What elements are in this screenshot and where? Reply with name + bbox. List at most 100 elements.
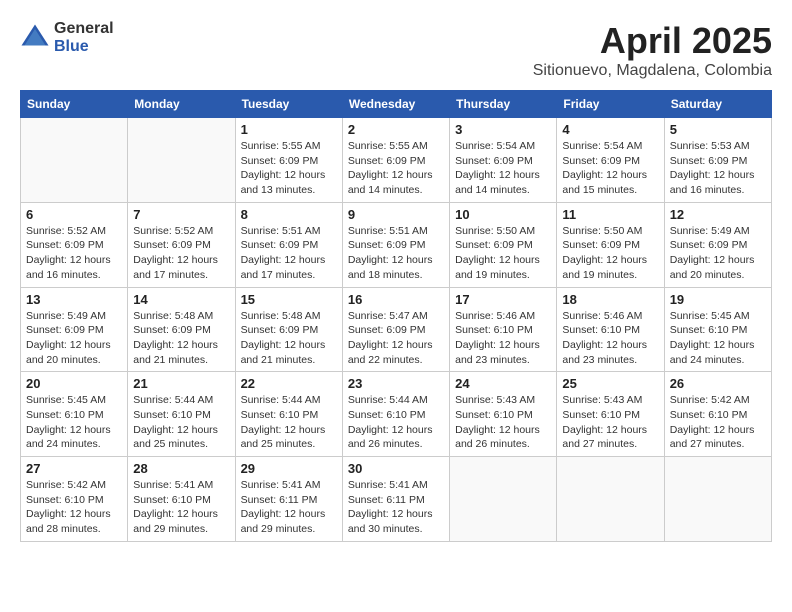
- weekday-header-thursday: Thursday: [450, 91, 557, 118]
- calendar-cell: 12 Sunrise: 5:49 AM Sunset: 6:09 PM Dayli…: [664, 202, 771, 287]
- day-number: 12: [670, 207, 766, 222]
- calendar-cell: 30 Sunrise: 5:41 AM Sunset: 6:11 PM Dayli…: [342, 457, 449, 542]
- calendar-cell: 6 Sunrise: 5:52 AM Sunset: 6:09 PM Daylig…: [21, 202, 128, 287]
- day-number: 7: [133, 207, 229, 222]
- day-number: 11: [562, 207, 658, 222]
- calendar-cell: 20 Sunrise: 5:45 AM Sunset: 6:10 PM Dayli…: [21, 372, 128, 457]
- day-info: Sunrise: 5:44 AM Sunset: 6:10 PM Dayligh…: [348, 393, 444, 452]
- calendar-cell: 24Sunrise: 5:43 AM Sunset: 6:10 PM Dayli…: [450, 372, 557, 457]
- calendar-cell: 18 Sunrise: 5:46 AM Sunset: 6:10 PM Dayli…: [557, 287, 664, 372]
- day-info: Sunrise: 5:45 AM Sunset: 6:10 PM Dayligh…: [670, 309, 766, 368]
- day-info: Sunrise: 5:54 AM Sunset: 6:09 PM Dayligh…: [455, 139, 551, 198]
- day-info: Sunrise: 5:44 AM Sunset: 6:10 PM Dayligh…: [133, 393, 229, 452]
- day-number: 3: [455, 122, 551, 137]
- day-info: Sunrise: 5:41 AM Sunset: 6:11 PM Dayligh…: [241, 478, 337, 537]
- week-row-1: 1 Sunrise: 5:55 AM Sunset: 6:09 PM Daylig…: [21, 118, 772, 203]
- day-number: 2: [348, 122, 444, 137]
- logo-blue-text: Blue: [54, 38, 114, 56]
- calendar-cell: [21, 118, 128, 203]
- location-title: Sitionuevo, Magdalena, Colombia: [533, 62, 772, 80]
- calendar-cell: 8 Sunrise: 5:51 AM Sunset: 6:09 PM Daylig…: [235, 202, 342, 287]
- day-info: Sunrise: 5:43 AM Sunset: 6:10 PM Dayligh…: [455, 393, 551, 452]
- day-info: Sunrise: 5:54 AM Sunset: 6:09 PM Dayligh…: [562, 139, 658, 198]
- logo-text: General Blue: [54, 20, 114, 56]
- day-info: Sunrise: 5:52 AM Sunset: 6:09 PM Dayligh…: [26, 224, 122, 283]
- day-info: Sunrise: 5:46 AM Sunset: 6:10 PM Dayligh…: [455, 309, 551, 368]
- calendar-cell: 7 Sunrise: 5:52 AM Sunset: 6:09 PM Daylig…: [128, 202, 235, 287]
- calendar-cell: 9Sunrise: 5:51 AM Sunset: 6:09 PM Daylig…: [342, 202, 449, 287]
- weekday-header-friday: Friday: [557, 91, 664, 118]
- day-number: 8: [241, 207, 337, 222]
- day-info: Sunrise: 5:47 AM Sunset: 6:09 PM Dayligh…: [348, 309, 444, 368]
- day-info: Sunrise: 5:42 AM Sunset: 6:10 PM Dayligh…: [670, 393, 766, 452]
- day-info: Sunrise: 5:45 AM Sunset: 6:10 PM Dayligh…: [26, 393, 122, 452]
- day-number: 1: [241, 122, 337, 137]
- calendar-cell: 27Sunrise: 5:42 AM Sunset: 6:10 PM Dayli…: [21, 457, 128, 542]
- calendar-cell: 14Sunrise: 5:48 AM Sunset: 6:09 PM Dayli…: [128, 287, 235, 372]
- day-number: 30: [348, 461, 444, 476]
- day-number: 25: [562, 376, 658, 391]
- day-number: 29: [241, 461, 337, 476]
- day-number: 16: [348, 292, 444, 307]
- logo: General Blue: [20, 20, 114, 56]
- calendar-cell: 28Sunrise: 5:41 AM Sunset: 6:10 PM Dayli…: [128, 457, 235, 542]
- calendar-cell: 13 Sunrise: 5:49 AM Sunset: 6:09 PM Dayli…: [21, 287, 128, 372]
- day-info: Sunrise: 5:41 AM Sunset: 6:11 PM Dayligh…: [348, 478, 444, 537]
- day-number: 17: [455, 292, 551, 307]
- day-number: 23: [348, 376, 444, 391]
- weekday-header-monday: Monday: [128, 91, 235, 118]
- day-number: 6: [26, 207, 122, 222]
- day-number: 19: [670, 292, 766, 307]
- calendar-cell: 16 Sunrise: 5:47 AM Sunset: 6:09 PM Dayli…: [342, 287, 449, 372]
- calendar-cell: [128, 118, 235, 203]
- calendar-cell: 21 Sunrise: 5:44 AM Sunset: 6:10 PM Dayli…: [128, 372, 235, 457]
- calendar-cell: 11 Sunrise: 5:50 AM Sunset: 6:09 PM Dayli…: [557, 202, 664, 287]
- calendar-cell: 26 Sunrise: 5:42 AM Sunset: 6:10 PM Dayli…: [664, 372, 771, 457]
- day-info: Sunrise: 5:42 AM Sunset: 6:10 PM Dayligh…: [26, 478, 122, 537]
- day-info: Sunrise: 5:43 AM Sunset: 6:10 PM Dayligh…: [562, 393, 658, 452]
- day-info: Sunrise: 5:52 AM Sunset: 6:09 PM Dayligh…: [133, 224, 229, 283]
- calendar-cell: [557, 457, 664, 542]
- calendar-cell: 5 Sunrise: 5:53 AM Sunset: 6:09 PM Daylig…: [664, 118, 771, 203]
- weekday-header-sunday: Sunday: [21, 91, 128, 118]
- calendar-cell: 3 Sunrise: 5:54 AM Sunset: 6:09 PM Daylig…: [450, 118, 557, 203]
- day-number: 26: [670, 376, 766, 391]
- day-number: 21: [133, 376, 229, 391]
- day-number: 13: [26, 292, 122, 307]
- day-info: Sunrise: 5:48 AM Sunset: 6:09 PM Dayligh…: [133, 309, 229, 368]
- day-info: Sunrise: 5:51 AM Sunset: 6:09 PM Dayligh…: [241, 224, 337, 283]
- calendar-cell: 23 Sunrise: 5:44 AM Sunset: 6:10 PM Dayli…: [342, 372, 449, 457]
- day-number: 5: [670, 122, 766, 137]
- header: General Blue April 2025 Sitionuevo, Magd…: [20, 20, 772, 80]
- week-row-5: 27Sunrise: 5:42 AM Sunset: 6:10 PM Dayli…: [21, 457, 772, 542]
- day-number: 20: [26, 376, 122, 391]
- day-number: 9: [348, 207, 444, 222]
- calendar-cell: 22 Sunrise: 5:44 AM Sunset: 6:10 PM Dayli…: [235, 372, 342, 457]
- day-info: Sunrise: 5:53 AM Sunset: 6:09 PM Dayligh…: [670, 139, 766, 198]
- weekday-header-tuesday: Tuesday: [235, 91, 342, 118]
- day-info: Sunrise: 5:49 AM Sunset: 6:09 PM Dayligh…: [26, 309, 122, 368]
- calendar-cell: 1 Sunrise: 5:55 AM Sunset: 6:09 PM Daylig…: [235, 118, 342, 203]
- day-info: Sunrise: 5:50 AM Sunset: 6:09 PM Dayligh…: [562, 224, 658, 283]
- day-info: Sunrise: 5:55 AM Sunset: 6:09 PM Dayligh…: [241, 139, 337, 198]
- calendar-cell: 19 Sunrise: 5:45 AM Sunset: 6:10 PM Dayli…: [664, 287, 771, 372]
- day-info: Sunrise: 5:50 AM Sunset: 6:09 PM Dayligh…: [455, 224, 551, 283]
- day-number: 10: [455, 207, 551, 222]
- calendar-cell: [664, 457, 771, 542]
- weekday-header-saturday: Saturday: [664, 91, 771, 118]
- day-number: 22: [241, 376, 337, 391]
- day-info: Sunrise: 5:49 AM Sunset: 6:09 PM Dayligh…: [670, 224, 766, 283]
- calendar-cell: 25 Sunrise: 5:43 AM Sunset: 6:10 PM Dayli…: [557, 372, 664, 457]
- calendar-cell: 4 Sunrise: 5:54 AM Sunset: 6:09 PM Daylig…: [557, 118, 664, 203]
- day-info: Sunrise: 5:55 AM Sunset: 6:09 PM Dayligh…: [348, 139, 444, 198]
- day-number: 4: [562, 122, 658, 137]
- month-title: April 2025: [533, 20, 772, 62]
- day-info: Sunrise: 5:46 AM Sunset: 6:10 PM Dayligh…: [562, 309, 658, 368]
- week-row-3: 13 Sunrise: 5:49 AM Sunset: 6:09 PM Dayli…: [21, 287, 772, 372]
- day-number: 18: [562, 292, 658, 307]
- calendar-cell: 2 Sunrise: 5:55 AM Sunset: 6:09 PM Daylig…: [342, 118, 449, 203]
- weekday-header-row: SundayMondayTuesdayWednesdayThursdayFrid…: [21, 91, 772, 118]
- calendar-cell: 29 Sunrise: 5:41 AM Sunset: 6:11 PM Dayli…: [235, 457, 342, 542]
- calendar-cell: 15Sunrise: 5:48 AM Sunset: 6:09 PM Dayli…: [235, 287, 342, 372]
- day-info: Sunrise: 5:44 AM Sunset: 6:10 PM Dayligh…: [241, 393, 337, 452]
